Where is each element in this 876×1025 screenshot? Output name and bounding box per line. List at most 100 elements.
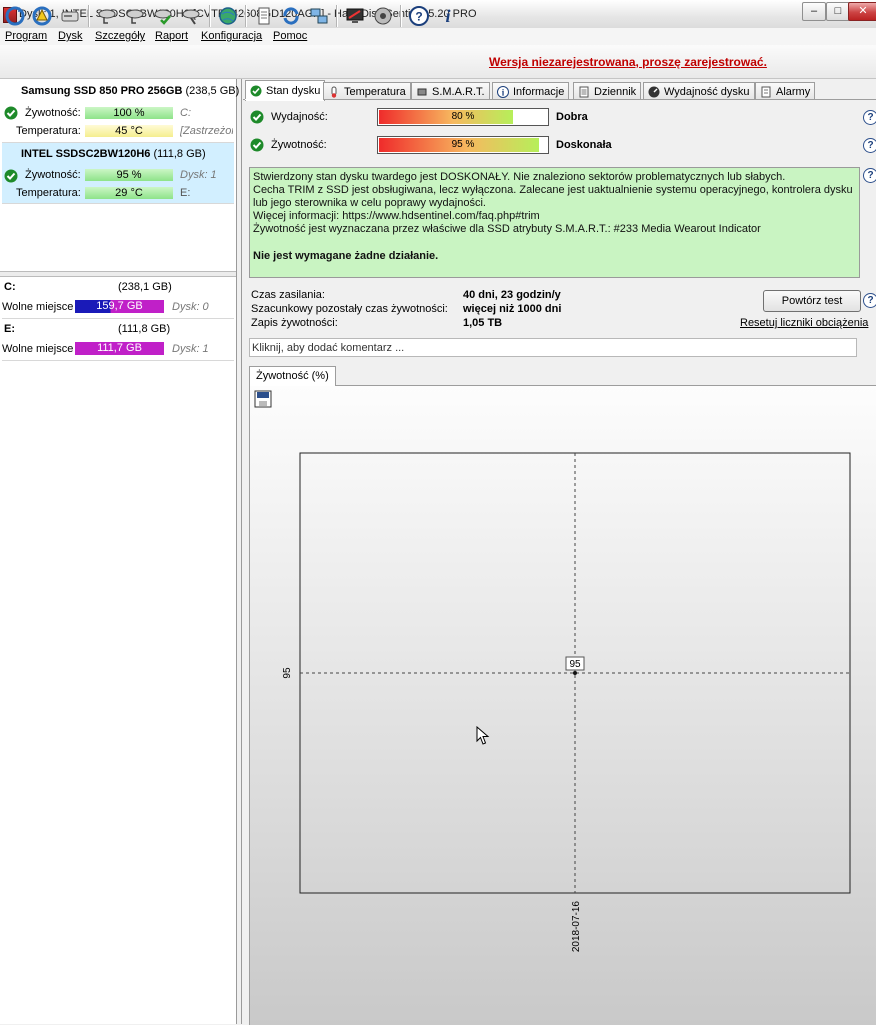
temperature-note: [Zastrzeżon	[180, 125, 233, 137]
thermometer-icon	[331, 86, 337, 98]
drive-icon[interactable]	[58, 4, 82, 28]
help-icon[interactable]: ?	[863, 138, 876, 153]
disk-tools-icon[interactable]	[179, 4, 203, 28]
info-line: Stwierdzony stan dysku twardego jest DOS…	[253, 171, 786, 183]
toolbar-separator	[336, 5, 338, 27]
tab-dziennik[interactable]: Dziennik	[573, 82, 642, 100]
x-tick-label: 2018-07-16	[571, 901, 582, 953]
tab-label: Wydajność dysku	[664, 85, 750, 98]
data-point	[573, 671, 577, 675]
log-icon	[579, 86, 589, 97]
tab-alarmy[interactable]: Alarmy	[755, 82, 816, 100]
tab-smart[interactable]: S.M.A.R.T.	[411, 82, 490, 100]
minimize-button[interactable]: –	[802, 2, 826, 21]
tab-label: Stan dysku	[266, 85, 321, 97]
retest-button[interactable]: Powtórz test	[763, 290, 861, 312]
performance-rating: Dobra	[556, 111, 588, 123]
volume-size: (111,8 GB)	[118, 323, 171, 335]
document-icon[interactable]	[252, 4, 276, 28]
disk-name: INTEL SSDSC2BW120H6	[21, 148, 151, 160]
unregistered-link[interactable]: Wersja niezarejestrowana, proszę zarejes…	[489, 55, 767, 69]
performance-label: Wydajność:	[271, 111, 328, 123]
svg-text:i: i	[445, 6, 450, 26]
menu-raport[interactable]: Raport	[155, 30, 188, 42]
disk-list-panel	[0, 79, 237, 1024]
tab-stan-dysku[interactable]: Stan dysku	[245, 80, 326, 101]
tab-informacje[interactable]: i Informacje	[492, 82, 570, 100]
power-on-label: Czas zasilania:	[251, 289, 325, 301]
comment-input[interactable]	[249, 338, 857, 357]
tab-baseline	[243, 99, 876, 100]
help-icon[interactable]: ?	[863, 168, 876, 183]
health-meter: 100 %	[85, 107, 173, 119]
network-icon[interactable]	[307, 4, 331, 28]
active-tab-gap	[245, 99, 323, 100]
volume-size: (238,1 GB)	[118, 281, 172, 293]
volume-letter: E:	[4, 323, 15, 335]
free-space-label: Wolne miejsce	[2, 343, 74, 355]
ok-check-icon	[4, 169, 18, 183]
temperature-meter: 45 °C	[85, 125, 173, 137]
written-value: 1,05 TB	[463, 317, 503, 329]
reload-icon[interactable]	[279, 4, 303, 28]
volume-letter: C:	[4, 281, 16, 293]
globe-icon[interactable]	[216, 4, 240, 28]
volume-disk: Dysk: 0	[172, 301, 209, 313]
menu-dysk[interactable]: Dysk	[58, 30, 82, 42]
y-tick-label: 95	[282, 667, 293, 679]
disk-capacity: (111,8 GB)	[153, 148, 206, 160]
info-icon[interactable]: i	[436, 4, 460, 28]
close-button[interactable]: ✕	[848, 2, 876, 21]
status-description: Stwierdzony stan dysku twardego jest DOS…	[249, 167, 860, 278]
data-label: 95	[569, 659, 581, 670]
info-line: Cecha TRIM z SSD jest obsługiwana, lecz …	[253, 184, 853, 196]
temperature-label: Temperatura:	[16, 125, 81, 137]
ok-check-icon	[250, 138, 264, 152]
written-label: Zapis żywotności:	[251, 317, 338, 329]
refresh-icon[interactable]	[3, 4, 27, 28]
health-meter: 95 %	[85, 169, 173, 181]
menu-szczegoly[interactable]: Szczegóły	[95, 30, 145, 42]
help-icon[interactable]: ?	[863, 110, 876, 125]
health-label: Żywotność:	[25, 107, 81, 119]
info-line: lub jego sterownika w celu poprawy wydaj…	[253, 197, 486, 209]
free-space-label: Wolne miejsce	[2, 301, 74, 313]
tab-temperatura[interactable]: Temperatura	[323, 82, 411, 100]
menu-pomoc[interactable]: Pomoc	[273, 30, 307, 42]
menu-konfiguracja[interactable]: Konfiguracja	[201, 30, 262, 42]
speaker-icon[interactable]	[371, 4, 395, 28]
info-icon: i	[497, 85, 509, 98]
temperature-meter: 29 °C	[85, 187, 173, 199]
tab-label: S.M.A.R.T.	[432, 85, 485, 98]
remaining-value: więcej niż 1000 dni	[463, 303, 562, 315]
toolbar-separator	[88, 5, 90, 27]
warning-refresh-icon[interactable]	[30, 4, 54, 28]
health-rating: Doskonała	[556, 139, 612, 151]
toolbar-separator	[209, 5, 211, 27]
alarm-icon	[761, 86, 771, 97]
disk-title: INTEL SSDSC2BW120H6 (111,8 GB)	[21, 148, 206, 160]
gauge-icon	[648, 86, 660, 97]
help-icon[interactable]: ?	[863, 293, 876, 308]
info-line: Więcej informacji: https://www.hdsentine…	[253, 210, 540, 222]
power-on-value: 40 dni, 23 godzin/y	[463, 289, 561, 301]
monitor-icon[interactable]	[343, 4, 367, 28]
tab-wydajnosc[interactable]: Wydajność dysku	[643, 82, 755, 100]
disk-test-icon[interactable]	[95, 4, 119, 28]
tab-label: Temperatura	[344, 85, 406, 98]
performance-value: 80 %	[451, 111, 475, 122]
health-note: Dysk: 1	[180, 169, 217, 181]
tab-chart-health[interactable]: Żywotność (%)	[249, 366, 336, 386]
menu-program[interactable]: Program	[5, 30, 47, 42]
maximize-button[interactable]: □	[826, 2, 850, 21]
health-note: C:	[180, 107, 191, 119]
tab-label: Alarmy	[776, 85, 811, 98]
temperature-note: E:	[180, 187, 191, 199]
help-icon[interactable]: ?	[407, 4, 431, 28]
panel-splitter[interactable]	[0, 271, 236, 277]
disk-test-alt-icon[interactable]	[123, 4, 147, 28]
health-value: 95 %	[451, 139, 475, 150]
reset-counters-link[interactable]: Resetuj liczniki obciążenia	[740, 317, 868, 329]
disk-check-icon[interactable]	[151, 4, 175, 28]
mouse-cursor-icon	[476, 726, 490, 745]
